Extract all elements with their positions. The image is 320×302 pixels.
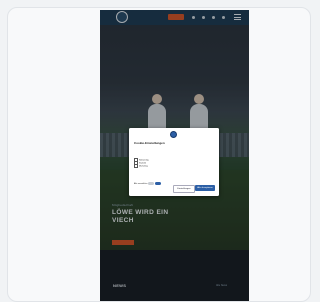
toggle-off-icon[interactable] — [148, 182, 155, 185]
toggle-on-icon[interactable] — [154, 182, 161, 185]
checkbox-icon[interactable] — [134, 164, 138, 168]
club-logo-icon — [170, 131, 177, 138]
select-all-toggle[interactable]: Alle auswählen — [134, 182, 161, 189]
accept-all-button[interactable]: Alle akzeptieren — [195, 185, 215, 191]
consent-option[interactable]: Marketing — [134, 164, 148, 169]
cookie-consent-dialog: Cookie-Einstellungen Notwendig Statistik… — [129, 128, 219, 196]
configure-button[interactable]: Einstellungen — [173, 185, 195, 193]
preview-card: Mitgliedschaft Löwe wird ein Viech NEWS … — [7, 7, 311, 302]
mobile-page-screenshot: Mitgliedschaft Löwe wird ein Viech NEWS … — [100, 10, 249, 301]
dialog-title: Cookie-Einstellungen — [134, 141, 165, 145]
